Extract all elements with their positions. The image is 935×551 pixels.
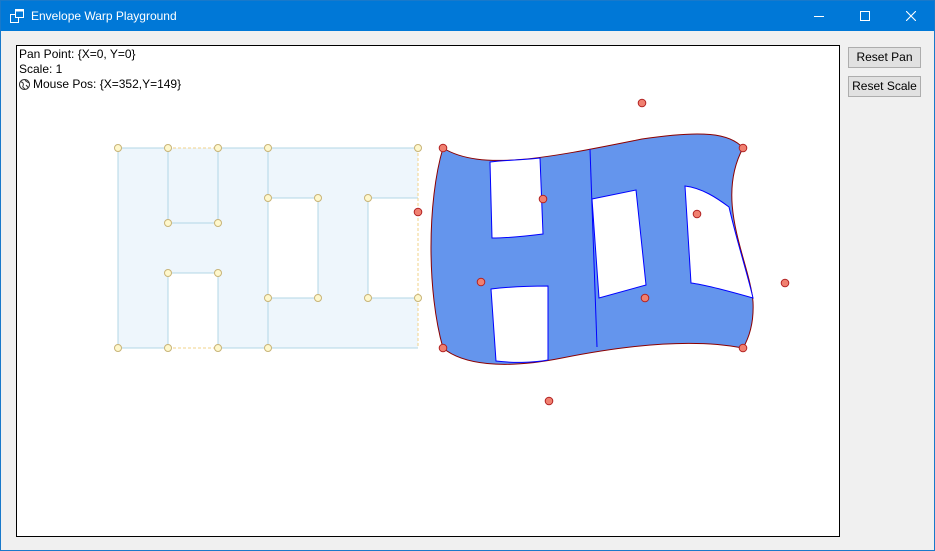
warp-stage xyxy=(114,98,790,406)
maximize-icon xyxy=(860,11,870,21)
drawing-canvas[interactable]: Pan Point: {X=0, Y=0} Scale: 1 Mouse Pos… xyxy=(16,45,840,537)
window-title: Envelope Warp Playground xyxy=(31,9,177,23)
maximize-button[interactable] xyxy=(842,1,888,31)
minimize-button[interactable] xyxy=(796,1,842,31)
pan-point-label: Pan Point: {X=0, Y=0} xyxy=(19,47,136,61)
app-icon xyxy=(10,9,24,23)
reset-pan-button[interactable]: Reset Pan xyxy=(848,47,921,68)
globe-icon xyxy=(19,79,30,93)
minimize-icon xyxy=(814,16,824,17)
scale-label: Scale: 1 xyxy=(19,62,63,76)
close-icon xyxy=(906,11,916,21)
mouse-pos-label: Mouse Pos: {X=352,Y=149} xyxy=(33,77,182,91)
title-bar[interactable]: Envelope Warp Playground xyxy=(1,1,934,31)
reset-scale-button[interactable]: Reset Scale xyxy=(848,76,921,97)
app-window: Envelope Warp Playground Pan Point: {X=0… xyxy=(0,0,935,551)
close-button[interactable] xyxy=(888,1,934,31)
mouse-pos-row: Mouse Pos: {X=352,Y=149} xyxy=(19,77,181,93)
